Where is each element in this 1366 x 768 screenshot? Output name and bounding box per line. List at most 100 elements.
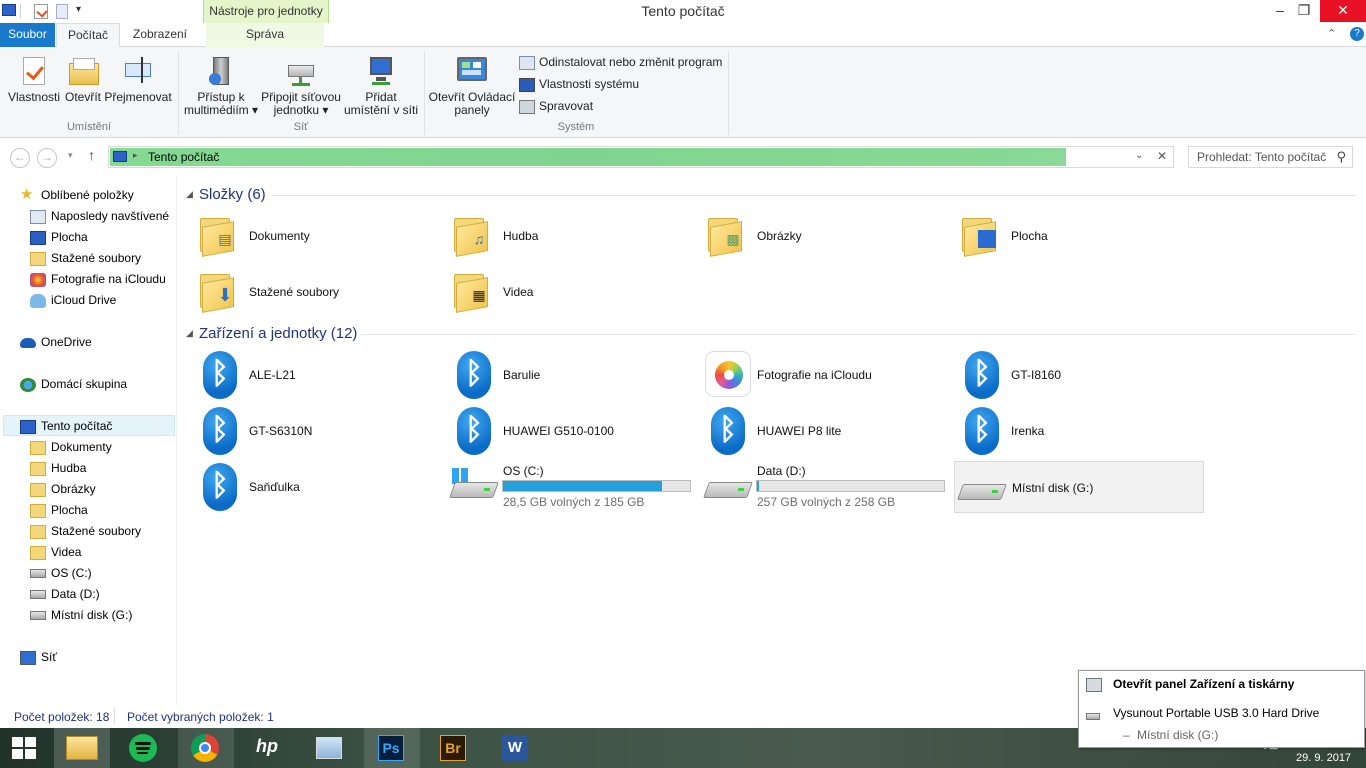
taskbar-bridge[interactable]: Br: [426, 728, 482, 768]
taskbar-file-explorer[interactable]: [54, 728, 110, 768]
folder-tile[interactable]: ▤ Dokumenty: [196, 210, 446, 262]
icloud-photos-icon: [30, 272, 46, 287]
bluetooth-icon: [457, 351, 491, 399]
sidebar-item-videos[interactable]: Videa: [30, 542, 81, 563]
collapse-devices-icon[interactable]: ◢: [186, 328, 193, 339]
sidebar-item-pictures[interactable]: Obrázky: [30, 479, 96, 500]
folder-tile[interactable]: ■ Plocha: [958, 210, 1208, 262]
taskbar-photoshop[interactable]: Ps: [364, 728, 420, 768]
taskbar-word[interactable]: W: [488, 728, 544, 768]
tab-view[interactable]: Zobrazení: [122, 23, 198, 47]
manage-item[interactable]: Spravovat: [519, 97, 593, 115]
forward-arrow-icon[interactable]: →: [37, 148, 57, 168]
taskbar-hp[interactable]: hp: [240, 728, 296, 768]
sidebar-item-favorites[interactable]: ★ Oblíbené položky: [20, 185, 134, 206]
sidebar-item-label: Plocha: [51, 503, 88, 517]
sidebar-item-desktop[interactable]: Plocha: [30, 227, 88, 248]
device-tile[interactable]: GT-S6310N: [196, 404, 446, 456]
sidebar-item-network[interactable]: Síť: [20, 647, 57, 668]
start-button[interactable]: [0, 728, 50, 768]
search-input[interactable]: Prohledat: Tento počítač ⚲: [1188, 146, 1353, 168]
bluetooth-icon: [203, 463, 237, 511]
system-properties-icon: [519, 77, 535, 92]
chrome-icon: [191, 734, 219, 762]
collapse-folders-icon[interactable]: ◢: [186, 189, 193, 200]
folder-tile[interactable]: ♫ Hudba: [450, 210, 700, 262]
sidebar-item-homegroup[interactable]: Domácí skupina: [20, 374, 127, 395]
device-tile[interactable]: Barulie: [450, 348, 700, 400]
ribbon-separator: [728, 51, 729, 135]
open-icon: [66, 55, 100, 87]
sidebar-item-drive-c[interactable]: OS (C:): [30, 563, 92, 584]
sidebar-item-drive-d[interactable]: Data (D:): [30, 584, 100, 605]
map-drive-button[interactable]: Připojit síťovou jednotku ▾: [260, 55, 342, 117]
tab-file[interactable]: Soubor: [0, 23, 55, 47]
up-arrow-icon[interactable]: ↑: [88, 147, 95, 163]
sidebar-item-icloud-drive[interactable]: iCloud Drive: [30, 290, 116, 311]
back-arrow-icon[interactable]: ←: [10, 148, 30, 168]
add-network-location-button[interactable]: Přidat umístění v síti: [342, 55, 420, 117]
sidebar-item-downloads-pc[interactable]: Stažené soubory: [30, 521, 141, 542]
devices-section-title[interactable]: Zařízení a jednotky (12): [199, 325, 357, 342]
taskbar-chrome[interactable]: [178, 728, 234, 768]
sidebar-item-desktop-pc[interactable]: Plocha: [30, 500, 88, 521]
taskbar-app[interactable]: [302, 728, 358, 768]
sidebar-item-music[interactable]: Hudba: [30, 458, 86, 479]
sidebar-item-drive-g[interactable]: Místní disk (G:): [30, 605, 132, 626]
drive-usage-bar: [502, 480, 691, 492]
eject-device-item[interactable]: Vysunout Portable USB 3.0 Hard Drive: [1113, 706, 1319, 720]
drive-icon: [30, 569, 46, 579]
properties-button[interactable]: Vlastnosti: [6, 55, 62, 104]
device-tile[interactable]: Saňďulka: [196, 460, 446, 512]
status-divider: [114, 708, 115, 724]
music-folder-icon: [30, 461, 46, 476]
address-progress-fill: [110, 148, 1066, 166]
collapse-ribbon-icon[interactable]: ⌃: [1327, 27, 1336, 40]
device-tile[interactable]: HUAWEI P8 lite: [704, 404, 954, 456]
folder-tile[interactable]: ▦ Videa: [450, 266, 700, 318]
sidebar-item-downloads[interactable]: Stažené soubory: [30, 248, 141, 269]
ribbon: Vlastnosti Otevřít Přejmenovat Umístění …: [0, 47, 1366, 138]
control-panel-button[interactable]: Otevřít Ovládací panely: [428, 55, 516, 117]
eject-device-popup: Otevřít panel Zařízení a tiskárny Vysuno…: [1078, 670, 1365, 748]
tab-manage[interactable]: Správa: [206, 23, 324, 47]
sidebar-item-documents[interactable]: Dokumenty: [30, 437, 112, 458]
sidebar-item-recent[interactable]: Naposledy navštívené: [30, 206, 169, 227]
device-tile[interactable]: ALE-L21: [196, 348, 446, 400]
drive-tile-c[interactable]: OS (C:) 28,5 GB volných z 185 GB: [449, 460, 700, 512]
open-button[interactable]: Otevřít: [62, 55, 104, 104]
folder-tile[interactable]: ▩ Obrázky: [704, 210, 954, 262]
help-icon[interactable]: ?: [1350, 27, 1364, 41]
sidebar-item-label: Fotografie na iCloudu: [51, 272, 166, 286]
sidebar-item-onedrive[interactable]: OneDrive: [20, 332, 92, 353]
address-dropdown-icon[interactable]: ⌄: [1135, 150, 1143, 161]
media-access-button[interactable]: Přístup k multimédiím ▾: [182, 55, 260, 117]
folder-name: Stažené soubory: [249, 285, 340, 299]
folders-section-title[interactable]: Složky (6): [199, 186, 266, 203]
address-bar[interactable]: ▸ Tento počítač ⌄ ✕: [108, 146, 1174, 168]
clear-address-icon[interactable]: ✕: [1157, 149, 1167, 163]
drive-tile-g-selected[interactable]: Místní disk (G:): [954, 461, 1204, 513]
hp-icon: hp: [256, 736, 278, 756]
close-button[interactable]: ✕: [1320, 0, 1366, 22]
rename-button[interactable]: Přejmenovat: [104, 55, 172, 104]
folder-tile[interactable]: ⬇ Stažené soubory: [196, 266, 446, 318]
tab-computer[interactable]: Počítač: [56, 23, 120, 48]
breadcrumb[interactable]: Tento počítač: [148, 150, 219, 164]
device-tile[interactable]: Fotografie na iCloudu: [704, 348, 954, 400]
group-label-system: Systém: [557, 121, 595, 133]
device-tile[interactable]: GT-I8160: [958, 348, 1208, 400]
clock-date[interactable]: 29. 9. 2017: [1296, 752, 1351, 764]
uninstall-program-item[interactable]: Odinstalovat nebo změnit program: [519, 53, 722, 71]
device-tile[interactable]: HUAWEI G510-0100: [450, 404, 700, 456]
breadcrumb-chevron-icon[interactable]: ▸: [133, 150, 138, 161]
sidebar-item-icloud-photos[interactable]: Fotografie na iCloudu: [30, 269, 166, 290]
system-properties-item[interactable]: Vlastnosti systému: [519, 75, 639, 93]
sidebar-item-this-pc[interactable]: Tento počítač: [20, 416, 112, 437]
drive-tile-d[interactable]: Data (D:) 257 GB volných z 258 GB: [703, 460, 954, 512]
sidebar-item-label: Tento počítač: [41, 419, 113, 433]
recent-locations-chevron-icon[interactable]: ▾: [68, 150, 73, 161]
taskbar-spotify[interactable]: [116, 728, 172, 768]
device-tile[interactable]: Irenka: [958, 404, 1208, 456]
open-devices-printers-link[interactable]: Otevřít panel Zařízení a tiskárny: [1113, 677, 1294, 691]
